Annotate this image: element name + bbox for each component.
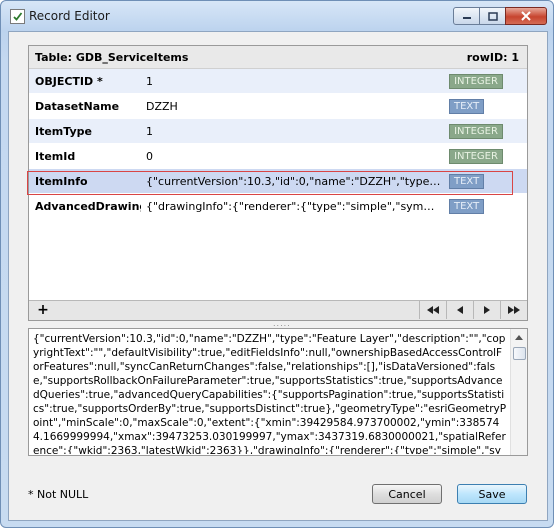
field-value[interactable]: {"drawingInfo":{"renderer":{"type":"simp…	[146, 200, 441, 213]
field-name: ItemType	[35, 125, 92, 138]
title-bar[interactable]: Record Editor	[1, 1, 553, 31]
required-mark: *	[97, 75, 103, 88]
maximize-button[interactable]	[479, 7, 506, 25]
field-name: DatasetName	[35, 100, 120, 113]
vertical-scrollbar[interactable]	[510, 329, 527, 455]
add-record-button[interactable]: +	[32, 302, 54, 318]
save-button[interactable]: Save	[457, 484, 527, 504]
scroll-up-icon	[515, 334, 523, 340]
type-badge: TEXT	[449, 99, 484, 114]
grid-header: Table: GDB_ServiceItems rowID: 1	[29, 46, 527, 69]
field-value[interactable]: 1	[146, 75, 441, 88]
value-editor-text[interactable]: {"currentVersion":10.3,"id":0,"name":"DZ…	[33, 332, 507, 454]
not-null-legend: * Not NULL	[28, 488, 88, 501]
last-record-icon	[508, 306, 520, 314]
next-record-button[interactable]	[473, 301, 500, 319]
field-name: AdvancedDrawingInf	[35, 200, 141, 213]
previous-record-button[interactable]	[446, 301, 473, 319]
record-editor-window: Record Editor Table: GDB_ServiceItems ro…	[0, 0, 554, 528]
field-name: ItemId	[35, 150, 76, 163]
last-record-button[interactable]	[500, 301, 527, 319]
field-row-itemtype[interactable]: ItemType 1 INTEGER	[29, 119, 527, 144]
field-value[interactable]: 1	[146, 125, 441, 138]
value-editor[interactable]: {"currentVersion":10.3,"id":0,"name":"DZ…	[28, 328, 528, 456]
type-badge: INTEGER	[449, 149, 503, 164]
grid-toolbar: +	[29, 300, 527, 320]
previous-record-icon	[457, 306, 463, 314]
next-record-icon	[484, 306, 490, 314]
selection-highlight	[27, 171, 513, 195]
row-id: rowID: 1	[466, 51, 519, 64]
app-icon	[10, 9, 25, 24]
field-row-advanceddrawinginfo[interactable]: AdvancedDrawingInf {"drawingInfo":{"rend…	[29, 194, 527, 219]
field-row-datasetname[interactable]: DatasetName DZZH TEXT	[29, 94, 527, 119]
scrollbar-thumb[interactable]	[513, 347, 526, 360]
close-button[interactable]	[505, 7, 547, 25]
field-name: OBJECTID *	[35, 75, 103, 88]
type-badge: TEXT	[449, 199, 484, 214]
type-badge: INTEGER	[449, 124, 503, 139]
scroll-up-button[interactable]	[511, 329, 527, 345]
field-row-objectid[interactable]: OBJECTID * 1 INTEGER	[29, 69, 527, 94]
splitter-handle[interactable]: .....	[273, 319, 291, 328]
first-record-button[interactable]	[419, 301, 446, 319]
maximize-icon	[487, 11, 498, 21]
window-title: Record Editor	[29, 9, 110, 23]
field-row-itemid[interactable]: ItemId 0 INTEGER	[29, 144, 527, 169]
close-icon	[521, 11, 531, 21]
field-value[interactable]: DZZH	[146, 100, 441, 113]
minimize-button[interactable]	[453, 7, 480, 25]
record-grid: Table: GDB_ServiceItems rowID: 1 OBJECTI…	[27, 45, 528, 321]
window-controls	[453, 7, 547, 25]
record-navigator	[419, 301, 527, 320]
minimize-icon	[462, 17, 471, 19]
cancel-button[interactable]: Cancel	[372, 484, 442, 504]
first-record-icon	[427, 306, 439, 314]
field-value[interactable]: 0	[146, 150, 441, 163]
table-name: Table: GDB_ServiceItems	[35, 51, 189, 64]
not-null-label: Not NULL	[37, 488, 89, 501]
type-badge: INTEGER	[449, 74, 503, 89]
required-mark: *	[28, 488, 34, 501]
dialog-body: Table: GDB_ServiceItems rowID: 1 OBJECTI…	[8, 31, 548, 521]
